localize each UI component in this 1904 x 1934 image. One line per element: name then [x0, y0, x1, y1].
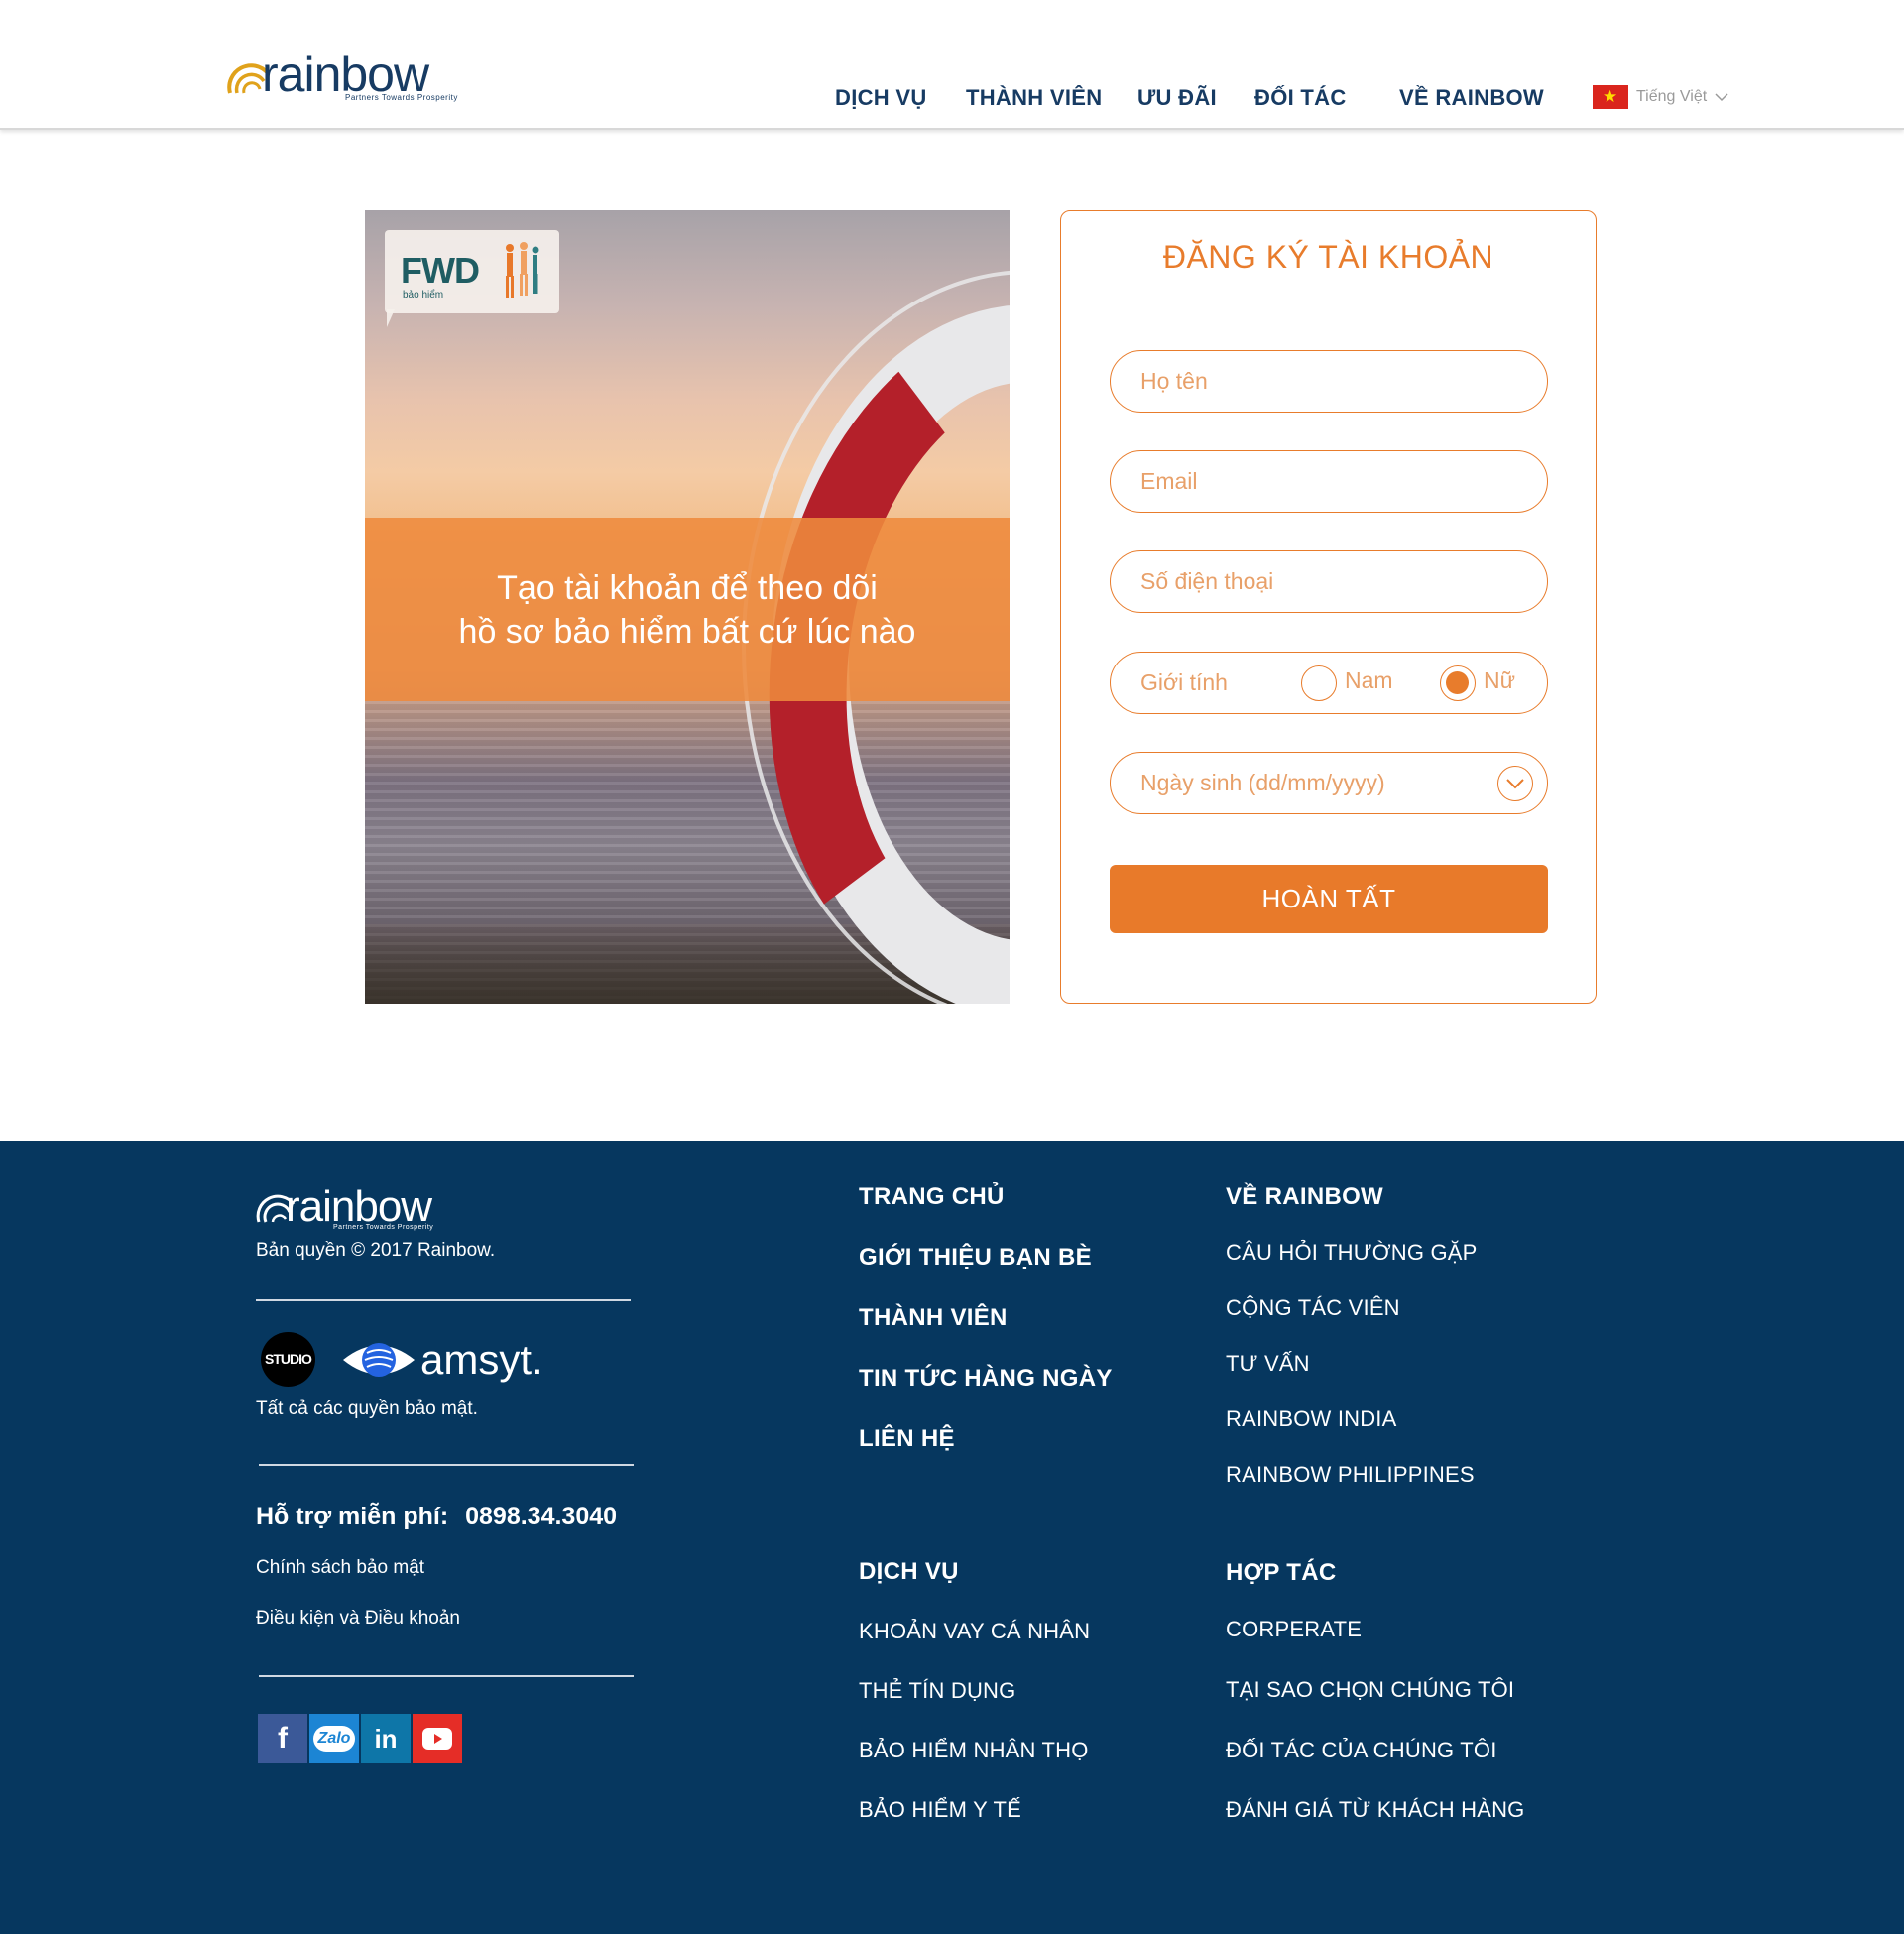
zalo-label: Zalo — [312, 1726, 356, 1752]
name-input[interactable] — [1140, 368, 1497, 395]
footer-link-rainbow-philippines[interactable]: RAINBOW PHILIPPINES — [1226, 1462, 1475, 1488]
logo-tagline: Partners Towards Prosperity — [345, 93, 458, 102]
rights-text: Tất cả các quyền bảo mật. — [256, 1398, 478, 1419]
linkedin-icon[interactable]: in — [361, 1714, 411, 1763]
site-footer: rainbow Partners Towards Prosperity Bản … — [0, 1141, 1904, 1934]
phone-input[interactable] — [1140, 568, 1497, 595]
gender-radio-nam[interactable] — [1301, 665, 1337, 701]
footer-link-corperate[interactable]: CORPERATE — [1226, 1617, 1362, 1642]
eye-icon — [343, 1343, 415, 1377]
zalo-icon[interactable]: Zalo — [309, 1714, 359, 1763]
footer-divider — [259, 1675, 634, 1677]
fwd-logo-card: FWD bảo hiểm — [385, 230, 559, 313]
fwd-logo-sub: bảo hiểm — [403, 290, 444, 301]
footer-link-tai-sao[interactable]: TẠI SAO CHỌN CHÚNG TÔI — [1226, 1677, 1514, 1703]
terms-link[interactable]: Điều kiện và Điều khoản — [256, 1608, 460, 1630]
vietnam-flag-icon: ★ — [1593, 85, 1628, 109]
footer-head-ve-rainbow[interactable]: VỀ RAINBOW — [1226, 1183, 1383, 1211]
amsyt-logo: amsyt. — [341, 1335, 549, 1385]
submit-button[interactable]: HOÀN TẤT — [1110, 865, 1548, 933]
email-input[interactable] — [1140, 468, 1497, 495]
footer-head-dich-vu[interactable]: DỊCH VỤ — [859, 1558, 959, 1586]
footer-link-bao-hiem-nhan-tho[interactable]: BẢO HIỂM NHÂN THỌ — [859, 1738, 1089, 1763]
gender-label-nam: Nam — [1345, 667, 1393, 693]
birthday-field[interactable] — [1110, 752, 1548, 814]
gender-radio-nu[interactable] — [1440, 665, 1476, 701]
footer-logo-tagline: Partners Towards Prosperity — [333, 1224, 434, 1231]
gender-field: Giới tính Nam Nữ — [1110, 652, 1548, 714]
hero-banner: Tạo tài khoản để theo dõi hồ sơ bảo hiểm… — [365, 518, 1010, 701]
youtube-icon[interactable] — [413, 1714, 462, 1763]
copyright: Bản quyền © 2017 Rainbow. — [256, 1240, 496, 1261]
gender-label-nu: Nữ — [1484, 667, 1516, 693]
footer-link-gioi-thieu[interactable]: GIỚI THIỆU BẠN BÈ — [859, 1244, 1092, 1271]
footer-link-cong-tac-vien[interactable]: CỘNG TÁC VIÊN — [1226, 1295, 1400, 1321]
nav-uu-dai[interactable]: ƯU ĐÃI — [1137, 85, 1217, 111]
gender-label: Giới tính — [1140, 669, 1228, 695]
register-form: ĐĂNG KÝ TÀI KHOẢN Giới tính Nam Nữ HOÀN … — [1060, 210, 1597, 1004]
footer-link-tu-van[interactable]: TƯ VẤN — [1226, 1351, 1310, 1377]
footer-divider — [256, 1299, 631, 1301]
name-field[interactable] — [1110, 350, 1548, 413]
chevron-down-icon — [1715, 93, 1728, 102]
banner-line-1: Tạo tài khoản để theo dõi — [497, 568, 878, 607]
nav-thanh-vien[interactable]: THÀNH VIÊN — [966, 85, 1102, 111]
footer-link-trang-chu[interactable]: TRANG CHỦ — [859, 1183, 1005, 1211]
footer-link-thanh-vien[interactable]: THÀNH VIÊN — [859, 1304, 1008, 1332]
footer-link-doi-tac[interactable]: ĐỐI TÁC CỦA CHÚNG TÔI — [1226, 1738, 1497, 1763]
amsyt-wordmark: amsyt. — [420, 1336, 543, 1383]
phone-field[interactable] — [1110, 550, 1548, 613]
footer-link-the-tin-dung[interactable]: THẺ TÍN DỤNG — [859, 1678, 1015, 1704]
footer-link-rainbow-india[interactable]: RAINBOW INDIA — [1226, 1406, 1397, 1432]
chevron-down-icon[interactable] — [1497, 766, 1533, 801]
rainbow-logo[interactable]: rainbow Partners Towards Prosperity — [226, 48, 464, 109]
nav-ve-rainbow[interactable]: VỀ RAINBOW — [1399, 85, 1544, 111]
banner-line-2: hồ sơ bảo hiểm bất cứ lúc nào — [458, 612, 916, 651]
footer-link-khoan-vay[interactable]: KHOẢN VAY CÁ NHÂN — [859, 1619, 1090, 1644]
studio-logo: STUDIO — [261, 1332, 315, 1387]
footer-rainbow-logo[interactable]: rainbow Partners Towards Prosperity — [256, 1184, 464, 1234]
fwd-logo-text: FWD — [401, 250, 480, 291]
runners-icon — [506, 242, 539, 298]
language-selector[interactable]: ★ Tiếng Việt — [1593, 85, 1728, 109]
email-field[interactable] — [1110, 450, 1548, 513]
support-label: Hỗ trợ miễn phí: — [256, 1503, 449, 1530]
privacy-link[interactable]: Chính sách bảo mật — [256, 1557, 424, 1579]
language-label: Tiếng Việt — [1636, 88, 1708, 105]
hero-image: Tạo tài khoản để theo dõi hồ sơ bảo hiểm… — [365, 210, 1010, 1004]
footer-link-tin-tuc[interactable]: TIN TỨC HÀNG NGÀY — [859, 1365, 1113, 1392]
nav-dich-vu[interactable]: DỊCH VỤ — [835, 85, 927, 111]
footer-head-hop-tac[interactable]: HỢP TÁC — [1226, 1559, 1336, 1587]
footer-link-bao-hiem-y-te[interactable]: BẢO HIỂM Y TẾ — [859, 1797, 1021, 1823]
footer-link-faq[interactable]: CÂU HỎI THƯỜNG GẶP — [1226, 1240, 1478, 1266]
facebook-icon[interactable]: f — [258, 1714, 307, 1763]
support-phone-link[interactable]: 0898.34.3040 — [465, 1503, 617, 1530]
fwd-card-tail — [387, 309, 395, 327]
nav-doi-tac[interactable]: ĐỐI TÁC — [1254, 85, 1347, 111]
footer-link-lien-he[interactable]: LIÊN HỆ — [859, 1425, 955, 1453]
form-title: ĐĂNG KÝ TÀI KHOẢN — [1061, 211, 1596, 302]
birthday-input[interactable] — [1140, 770, 1497, 796]
support-hotline: Hỗ trợ miễn phí: 0898.34.3040 — [256, 1503, 617, 1531]
footer-link-danh-gia[interactable]: ĐÁNH GIÁ TỪ KHÁCH HÀNG — [1226, 1797, 1525, 1823]
footer-divider — [259, 1464, 634, 1466]
site-header: rainbow Partners Towards Prosperity DỊCH… — [0, 0, 1904, 130]
